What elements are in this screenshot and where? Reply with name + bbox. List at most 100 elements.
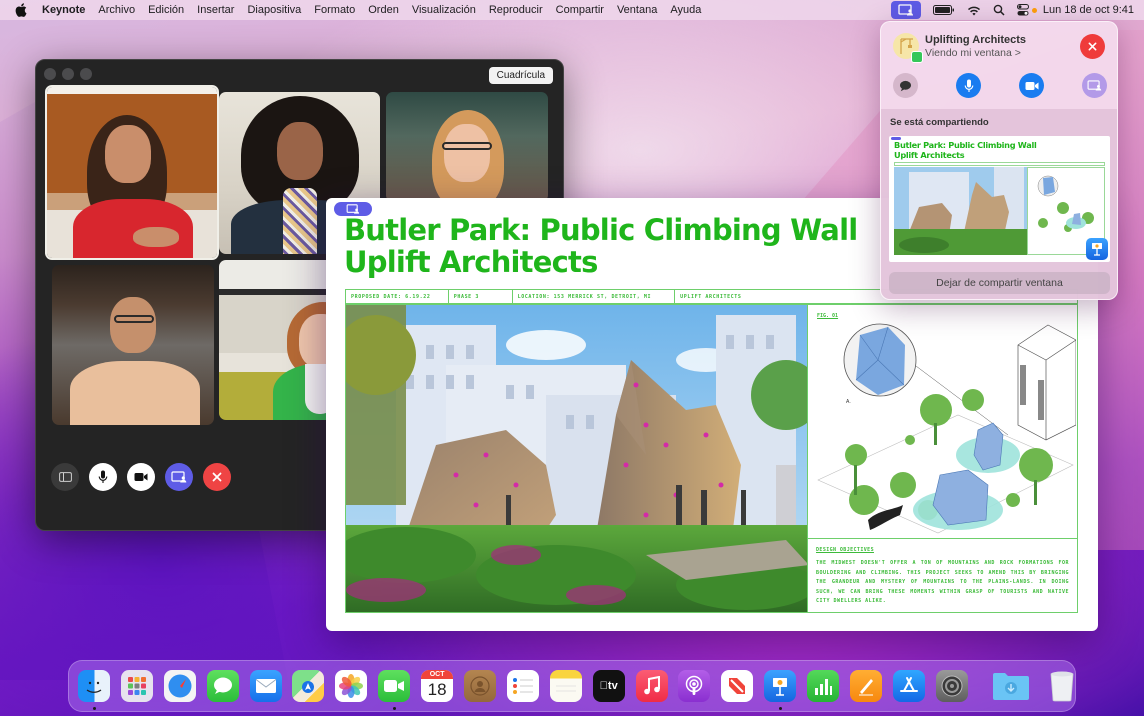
- shared-window-thumbnail[interactable]: Butler Park: Public Climbing Wall Uplift…: [889, 136, 1110, 262]
- menu-orden[interactable]: Orden: [368, 4, 399, 16]
- participant-tile[interactable]: [52, 265, 214, 425]
- dock-app-numbers[interactable]: [807, 670, 840, 702]
- news-icon: [729, 678, 746, 694]
- sidebar-toggle-button[interactable]: [51, 463, 79, 491]
- control-center-icon[interactable]: [1016, 0, 1037, 20]
- contacts-person-icon: [470, 676, 490, 696]
- close-icon: [212, 472, 222, 482]
- camera-button[interactable]: [1019, 73, 1044, 98]
- participant-tile[interactable]: [45, 85, 219, 260]
- safari-compass-icon: [168, 674, 192, 698]
- minimize-window-button[interactable]: [62, 68, 74, 80]
- share-screen-button[interactable]: [1082, 73, 1107, 98]
- wifi-icon[interactable]: [967, 0, 981, 20]
- slide-title-line2: Uplift Architects: [344, 245, 598, 279]
- running-indicator: [778, 707, 782, 710]
- dock-app-launchpad[interactable]: [120, 670, 153, 702]
- menu-insertar[interactable]: Insertar: [197, 4, 234, 16]
- leave-call-button[interactable]: [1080, 34, 1105, 59]
- pages-pen-icon: [859, 679, 874, 696]
- microphone-icon: [964, 79, 973, 92]
- microphone-button[interactable]: [89, 463, 117, 491]
- launchpad-grid-icon: [127, 677, 146, 695]
- dock-downloads-folder[interactable]: [991, 670, 1031, 702]
- meta-date: PROPOSED DATE: 6.19.22: [346, 290, 449, 303]
- menu-formato[interactable]: Formato: [314, 4, 355, 16]
- apple-menu-icon[interactable]: [14, 3, 28, 17]
- screen-share-status-icon[interactable]: [890, 1, 921, 19]
- menu-app-name[interactable]: Keynote: [42, 4, 85, 16]
- dock-app-tv[interactable]: tv: [592, 670, 625, 702]
- dock-app-photos[interactable]: [335, 670, 368, 702]
- slide-title-line1: Butler Park: Public Climbing Wall: [344, 213, 858, 247]
- dock-app-finder[interactable]: [78, 670, 110, 710]
- menu-edicion[interactable]: Edición: [148, 4, 184, 16]
- dock-app-safari[interactable]: [163, 670, 196, 702]
- dock-app-podcasts[interactable]: [678, 670, 711, 702]
- video-camera-icon: [134, 473, 148, 481]
- share-screen-button[interactable]: [165, 463, 193, 491]
- menu-ventana[interactable]: Ventana: [617, 4, 657, 16]
- menu-diapositiva[interactable]: Diapositiva: [247, 4, 301, 16]
- sidebar-icon: [58, 472, 72, 482]
- slide-title: Butler Park: Public Climbing Wall Uplift…: [344, 213, 858, 279]
- camera-button[interactable]: [127, 463, 155, 491]
- dock-app-maps[interactable]: [292, 670, 325, 702]
- menu-visualizacion[interactable]: Visualización: [412, 4, 476, 16]
- recording-indicator-dot: [1031, 7, 1037, 13]
- dock-app-facetime[interactable]: [378, 670, 411, 710]
- menu-archivo[interactable]: Archivo: [98, 4, 135, 16]
- close-icon: [1088, 42, 1097, 51]
- menu-compartir[interactable]: Compartir: [556, 4, 604, 16]
- thumbnail-title: Butler Park: Public Climbing Wall Uplift…: [894, 140, 1037, 160]
- trash-icon: [1050, 671, 1074, 702]
- close-window-button[interactable]: [44, 68, 56, 80]
- dock-app-music[interactable]: [635, 670, 668, 702]
- thumbnail-title-line2: Uplift Architects: [894, 149, 965, 160]
- dock-app-keynote[interactable]: [764, 670, 797, 710]
- thumbnail-meta-row: [894, 162, 1105, 166]
- dock-app-calendar[interactable]: OCT 18: [421, 670, 454, 702]
- calendar-day: 18: [427, 680, 447, 699]
- microphone-icon: [98, 470, 108, 483]
- viewing-my-window-link[interactable]: Viendo mi ventana >: [925, 47, 1026, 59]
- participant-face: [444, 124, 490, 182]
- dock-app-messages[interactable]: [206, 670, 239, 702]
- music-note-icon: [643, 676, 660, 695]
- design-objectives-text: The Midwest doesn't offer a ton of mount…: [816, 560, 1069, 604]
- call-controls: [51, 463, 231, 491]
- design-objectives-heading: DESIGN OBJECTIVES: [816, 547, 874, 553]
- stop-sharing-window-button[interactable]: Dejar de compartir ventana: [889, 272, 1110, 294]
- participant-blouse: [283, 188, 317, 254]
- participant-glasses: [442, 142, 492, 150]
- reminders-list-icon: [512, 678, 533, 694]
- dock-app-system-preferences[interactable]: [935, 670, 968, 702]
- menu-reproducir[interactable]: Reproducir: [489, 4, 543, 16]
- dock-app-pages[interactable]: [850, 670, 883, 702]
- calendar-month: OCT: [421, 670, 454, 679]
- participant-body: [73, 199, 193, 258]
- detail-label: A.: [846, 399, 851, 405]
- participant-hand: [133, 227, 179, 247]
- dock: OCT 18 tv: [68, 660, 1076, 712]
- popover-header: Uplifting Architects Viendo mi ventana >: [893, 33, 1026, 63]
- microphone-button[interactable]: [956, 73, 981, 98]
- battery-icon[interactable]: [932, 0, 955, 20]
- participant-tile[interactable]: [386, 92, 548, 202]
- dock-app-reminders[interactable]: [506, 670, 539, 702]
- end-call-button[interactable]: [203, 463, 231, 491]
- dock-app-contacts[interactable]: [464, 670, 497, 702]
- dock-app-mail[interactable]: [249, 670, 282, 702]
- search-icon[interactable]: [993, 0, 1005, 20]
- messages-button[interactable]: [893, 73, 918, 98]
- dock-trash[interactable]: [1046, 670, 1078, 702]
- dock-app-app-store[interactable]: [892, 670, 925, 702]
- participant-glasses: [114, 315, 154, 323]
- participant-face: [277, 122, 323, 180]
- dock-app-notes[interactable]: [549, 670, 582, 702]
- grid-layout-button[interactable]: Cuadrícula: [488, 67, 553, 84]
- dock-app-news[interactable]: [721, 670, 754, 702]
- menubar-clock[interactable]: Lun 18 de oct 9:41: [1043, 4, 1134, 16]
- menu-ayuda[interactable]: Ayuda: [670, 4, 701, 16]
- zoom-window-button[interactable]: [80, 68, 92, 80]
